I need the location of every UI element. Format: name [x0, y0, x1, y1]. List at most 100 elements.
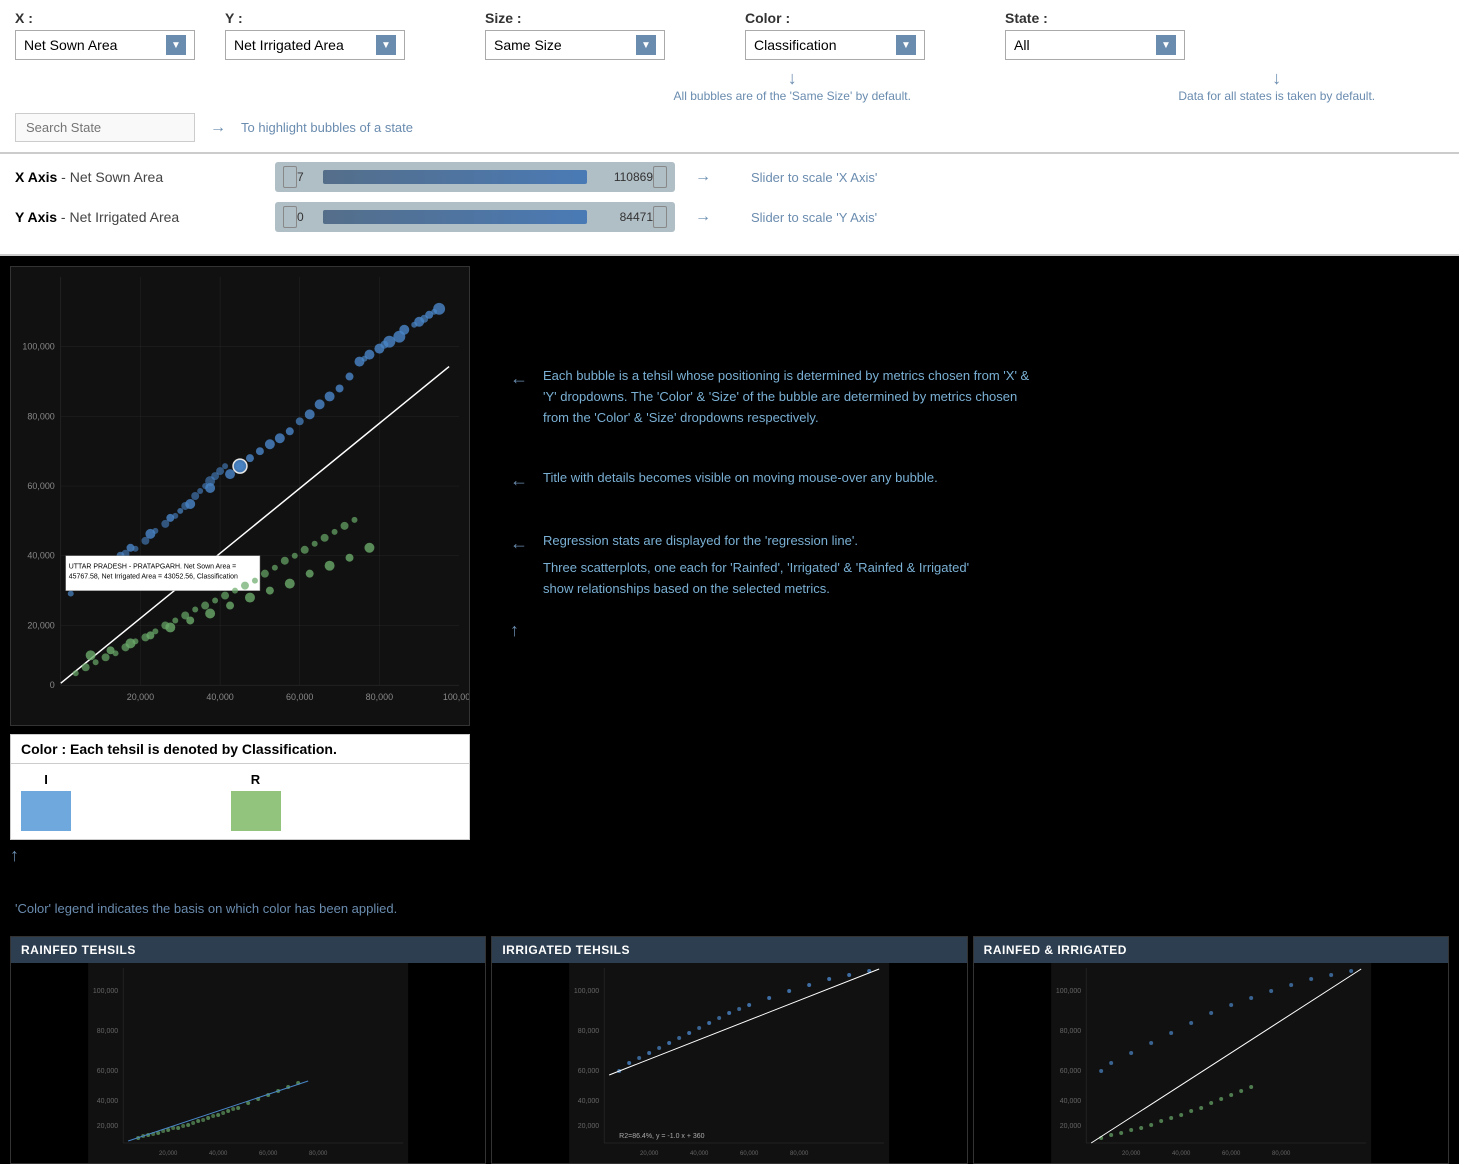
legend-arrow-icon: ↑ — [10, 840, 480, 871]
y-slider-value-right: 84471 — [593, 210, 653, 224]
small-chart-irrigated-body: 100,000 80,000 60,000 40,000 20,000 — [492, 963, 966, 1163]
main-content: 100,000 80,000 60,000 40,000 20,000 0 20… — [0, 256, 1459, 926]
state-down-arrow-icon: ↓ — [1110, 68, 1445, 89]
svg-text:60,000: 60,000 — [259, 1151, 278, 1157]
small-chart-irrigated: IRRIGATED TEHSILS 100,000 80,000 60,000 … — [491, 936, 967, 1164]
state-control-group: State : All ▼ — [1005, 10, 1185, 60]
svg-text:100,000: 100,000 — [22, 342, 54, 352]
color-select[interactable]: Classification — [754, 37, 892, 53]
search-input[interactable] — [15, 113, 195, 142]
y-slider-row: Y Axis - Net Irrigated Area 0 84471 → Sl… — [15, 202, 1444, 232]
size-select[interactable]: Same Size — [494, 37, 632, 53]
x-slider-arrow-icon: → — [695, 168, 711, 186]
legend-box-i — [21, 791, 71, 831]
x-slider-value-left: 7 — [297, 170, 317, 184]
svg-text:80,000: 80,000 — [790, 1151, 809, 1157]
legend-label-r: R — [251, 772, 260, 787]
size-annotation: All bubbles are of the 'Same Size' by de… — [625, 89, 960, 103]
x-select[interactable]: Net Sown Area — [24, 37, 162, 53]
x-slider-thumb-left[interactable] — [283, 166, 297, 188]
main-chart-svg: 100,000 80,000 60,000 40,000 20,000 0 20… — [11, 267, 469, 725]
state-select[interactable]: All — [1014, 37, 1152, 53]
y-slider-container[interactable]: 0 84471 — [275, 202, 675, 232]
y-select-wrapper[interactable]: Net Irrigated Area ▼ — [225, 30, 405, 60]
svg-text:100,000: 100,000 — [443, 692, 469, 702]
search-row: → To highlight bubbles of a state — [15, 113, 1444, 142]
svg-text:40,000: 40,000 — [206, 692, 233, 702]
svg-text:80,000: 80,000 — [97, 1028, 119, 1035]
y-slider-annotation: Slider to scale 'Y Axis' — [751, 210, 877, 225]
bottom-charts-up-arrow-icon: ↑ — [510, 620, 519, 641]
small-chart-rainfed-header: RAINFED TEHSILS — [11, 937, 485, 963]
y-slider-arrow-icon: → — [695, 208, 711, 226]
y-axis-label: Y Axis - Net Irrigated Area — [15, 209, 255, 225]
state-annotation: Data for all states is taken by default. — [1110, 89, 1445, 103]
svg-text:20,000: 20,000 — [27, 620, 54, 630]
regression-arrow-icon: ← — [510, 533, 528, 554]
x-slider-annotation: Slider to scale 'X Axis' — [751, 170, 877, 185]
svg-text:80,000: 80,000 — [1059, 1028, 1081, 1035]
y-slider-thumb-left[interactable] — [283, 206, 297, 228]
bottom-charts: RAINFED TEHSILS 100,000 80,000 60,000 40… — [0, 936, 1459, 1164]
size-label: Size : — [485, 10, 665, 26]
y-slider-thumb-right[interactable] — [653, 206, 667, 228]
color-dropdown-arrow: ▼ — [896, 35, 916, 55]
controls-row: X : Net Sown Area ▼ Y : Net Irrigated Ar… — [15, 10, 1444, 60]
color-select-wrapper[interactable]: Classification ▼ — [745, 30, 925, 60]
small-chart-rainfed: RAINFED TEHSILS 100,000 80,000 60,000 40… — [10, 936, 486, 1164]
svg-text:60,000: 60,000 — [27, 481, 54, 491]
legend-boxes: I R — [10, 764, 470, 840]
legend-item-r: R — [231, 772, 281, 831]
svg-text:60,000: 60,000 — [97, 1068, 119, 1075]
svg-text:40,000: 40,000 — [97, 1098, 119, 1105]
svg-text:20,000: 20,000 — [1122, 1151, 1141, 1157]
x-slider-container[interactable]: 7 110869 — [275, 162, 675, 192]
regression-annotation-block: ← Regression stats are displayed for the… — [510, 531, 1419, 599]
svg-text:100,000: 100,000 — [574, 988, 599, 995]
annotations-area: ← Each bubble is a tehsil whose position… — [480, 266, 1449, 916]
bubble-arrow-icon: ← — [510, 368, 528, 389]
color-control-group: Color : Classification ▼ — [745, 10, 925, 60]
size-select-wrapper[interactable]: Same Size ▼ — [485, 30, 665, 60]
y-label: Y : — [225, 10, 405, 26]
tooltip-arrow-icon: ← — [510, 470, 528, 491]
y-select[interactable]: Net Irrigated Area — [234, 37, 372, 53]
svg-text:40,000: 40,000 — [27, 551, 54, 561]
top-panel: X : Net Sown Area ▼ Y : Net Irrigated Ar… — [0, 0, 1459, 154]
size-control-group: Size : Same Size ▼ — [485, 10, 665, 60]
svg-text:UTTAR PRADESH - PRATAPGARH. Ne: UTTAR PRADESH - PRATAPGARH. Net Sown Are… — [69, 564, 237, 571]
small-chart-rainfed-irrigated: RAINFED & IRRIGATED 100,000 80,000 60,00… — [973, 936, 1449, 1164]
small-chart-irrigated-svg: 100,000 80,000 60,000 40,000 20,000 — [492, 963, 966, 1163]
svg-text:20,000: 20,000 — [97, 1123, 119, 1130]
svg-text:20,000: 20,000 — [1059, 1123, 1081, 1130]
x-axis-label: X Axis - Net Sown Area — [15, 169, 255, 185]
x-slider-value-right: 110869 — [593, 170, 653, 184]
svg-text:80,000: 80,000 — [1272, 1151, 1291, 1157]
x-slider-thumb-right[interactable] — [653, 166, 667, 188]
svg-text:45767.58, Net Irrigated Area =: 45767.58, Net Irrigated Area = 43052.56,… — [69, 574, 238, 581]
regression-annotation-line2: Three scatterplots, one each for 'Rainfe… — [543, 558, 969, 600]
state-select-wrapper[interactable]: All ▼ — [1005, 30, 1185, 60]
svg-text:20,000: 20,000 — [127, 692, 154, 702]
color-legend: Color : Each tehsil is denoted by Classi… — [10, 734, 480, 840]
search-annotation: To highlight bubbles of a state — [241, 120, 413, 135]
svg-text:80,000: 80,000 — [366, 692, 393, 702]
regression-annotation-line1: Regression stats are displayed for the '… — [543, 531, 969, 552]
state-label: State : — [1005, 10, 1185, 26]
svg-text:40,000: 40,000 — [209, 1151, 228, 1157]
svg-text:20,000: 20,000 — [159, 1151, 178, 1157]
bubble-annotation-block: ← Each bubble is a tehsil whose position… — [510, 366, 1419, 428]
legend-item-i: I — [21, 772, 71, 831]
small-chart-rainfed-irrigated-header: RAINFED & IRRIGATED — [974, 937, 1448, 963]
small-chart-rainfed-body: 100,000 80,000 60,000 40,000 20,000 — [11, 963, 485, 1163]
legend-label-i: I — [44, 772, 48, 787]
small-chart-rainfed-irrigated-svg: 100,000 80,000 60,000 40,000 20,000 — [974, 963, 1448, 1163]
small-chart-irrigated-header: IRRIGATED TEHSILS — [492, 937, 966, 963]
x-control-group: X : Net Sown Area ▼ — [15, 10, 195, 60]
search-arrow-icon: → — [210, 119, 226, 137]
x-dropdown-arrow: ▼ — [166, 35, 186, 55]
svg-text:20,000: 20,000 — [640, 1151, 659, 1157]
x-select-wrapper[interactable]: Net Sown Area ▼ — [15, 30, 195, 60]
size-down-arrow-icon: ↓ — [625, 68, 960, 89]
color-legend-annotation: 'Color' legend indicates the basis on wh… — [10, 901, 480, 916]
